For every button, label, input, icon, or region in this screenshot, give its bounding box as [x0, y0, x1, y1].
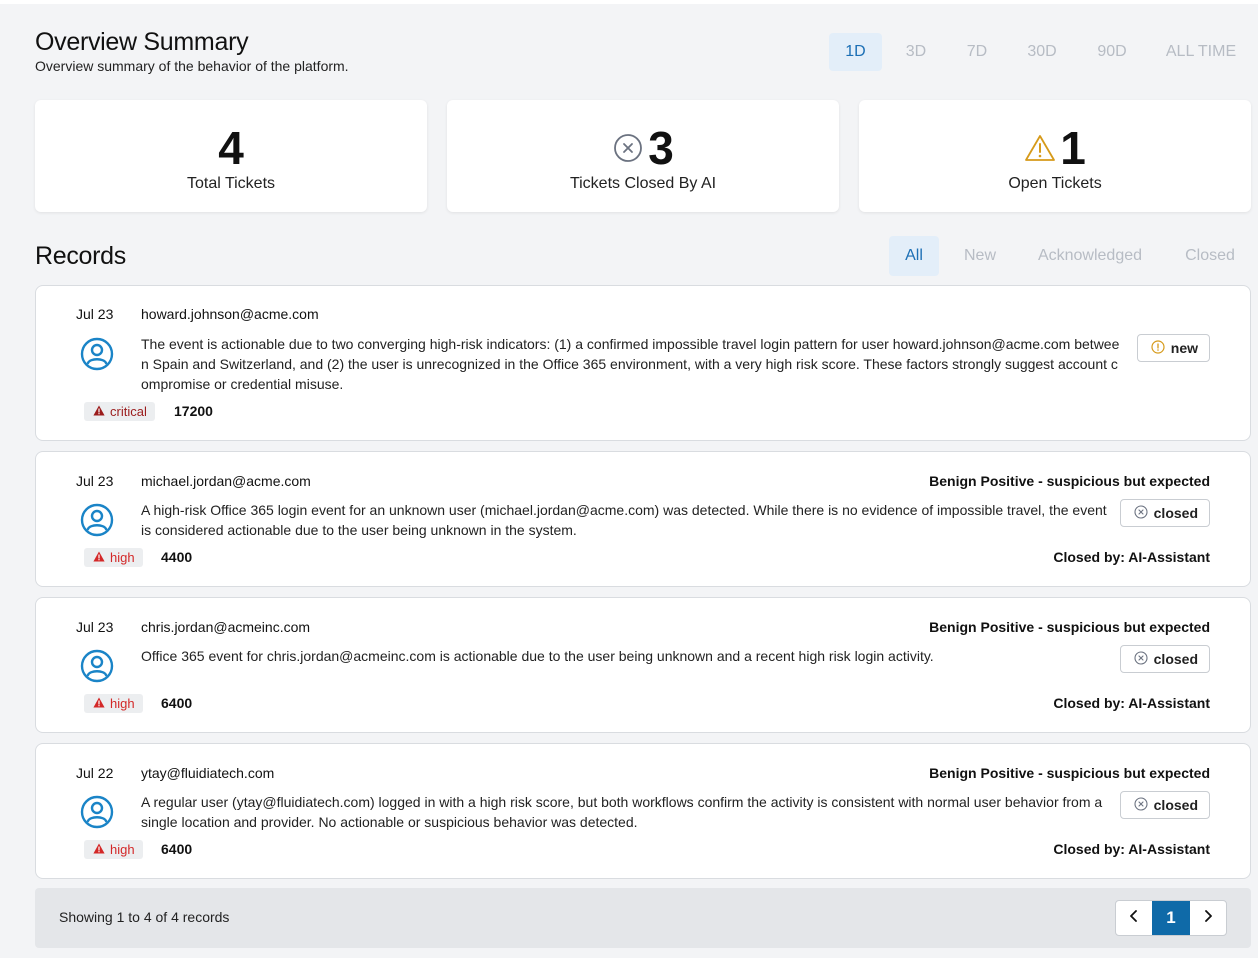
record-date: Jul 22 [76, 765, 114, 781]
severity-badge: critical [84, 402, 155, 421]
severity-badge: high [84, 694, 143, 713]
record-card[interactable]: Jul 22 ytay@fluidiatech.com Benign Posit… [35, 743, 1251, 879]
record-date: Jul 23 [76, 306, 114, 322]
records-title: Records [35, 242, 126, 270]
record-verdict: Benign Positive - suspicious but expecte… [929, 473, 1210, 489]
risk-score: 17200 [174, 403, 213, 419]
severity-label: high [110, 550, 135, 565]
record-status-button[interactable]: new [1136, 334, 1210, 362]
total-tickets-label: Total Tickets [186, 175, 276, 192]
user-avatar-icon [80, 649, 114, 683]
pagination-footer: Showing 1 to 4 of 4 records 1 [35, 888, 1251, 948]
stat-card-total-tickets: 4 Total Tickets [35, 100, 427, 212]
top-edge [0, 0, 1258, 4]
status-tab-new[interactable]: New [953, 236, 1007, 276]
range-tab-all-time[interactable]: ALL TIME [1159, 33, 1243, 71]
record-description: A regular user (ytay@fluidiatech.com) lo… [141, 794, 1103, 830]
page-button-current[interactable]: 1 [1152, 901, 1190, 935]
record-status-button[interactable]: closed [1119, 499, 1210, 527]
closed-by-label: Closed by: AI-Assistant [1053, 841, 1210, 857]
record-status-label: new [1170, 340, 1198, 356]
record-user-email: michael.jordan@acme.com [141, 473, 311, 489]
alert-triangle-icon [93, 404, 105, 419]
record-description: The event is actionable due to two conve… [141, 336, 1120, 392]
status-tab-acknowledged[interactable]: Acknowledged [1029, 236, 1151, 276]
range-tab-3d[interactable]: 3D [893, 33, 939, 71]
record-card[interactable]: Jul 23 michael.jordan@acme.com Benign Po… [35, 451, 1251, 587]
risk-score: 6400 [161, 841, 193, 857]
risk-score: 6400 [161, 695, 193, 711]
record-description: Office 365 event for chris.jordan@acmein… [141, 648, 934, 664]
prev-page-button[interactable] [1116, 901, 1152, 935]
severity-label: high [110, 842, 135, 857]
open-tickets-value: 1 [1060, 122, 1086, 174]
records-count-text: Showing 1 to 4 of 4 records [59, 909, 230, 925]
record-card[interactable]: Jul 23 chris.jordan@acmeinc.com Benign P… [35, 597, 1251, 733]
x-circle-icon [1134, 504, 1148, 522]
page-title: Overview Summary [35, 28, 249, 56]
range-tab-90d[interactable]: 90D [1089, 33, 1135, 71]
stat-card-closed-by-ai: 3 Tickets Closed By AI [447, 100, 839, 212]
record-verdict: Benign Positive - suspicious but expecte… [929, 619, 1210, 635]
x-circle-icon [612, 132, 644, 164]
warning-triangle-icon [1024, 132, 1056, 164]
closed-by-label: Closed by: AI-Assistant [1053, 549, 1210, 565]
x-circle-icon [1134, 796, 1148, 814]
closed-by-ai-value: 3 [648, 122, 674, 174]
record-status-label: closed [1153, 651, 1198, 667]
range-tab-7d[interactable]: 7D [954, 33, 1000, 71]
alert-triangle-icon [93, 696, 105, 711]
pagination: 1 [1115, 900, 1227, 936]
record-user-email: ytay@fluidiatech.com [141, 765, 275, 781]
range-tab-1d[interactable]: 1D [829, 33, 882, 71]
record-date: Jul 23 [76, 619, 114, 635]
chevron-left-icon [1129, 909, 1139, 927]
record-verdict: Benign Positive - suspicious but expecte… [929, 765, 1210, 781]
user-avatar-icon [80, 503, 114, 537]
range-tab-30d[interactable]: 30D [1019, 33, 1065, 71]
record-status-label: closed [1153, 797, 1198, 813]
closed-by-label: Closed by: AI-Assistant [1053, 695, 1210, 711]
closed-by-ai-label: Tickets Closed By AI [569, 175, 717, 192]
record-status-button[interactable]: closed [1119, 791, 1210, 819]
next-page-button[interactable] [1190, 901, 1226, 935]
page-subtitle: Overview summary of the behavior of the … [35, 58, 349, 74]
record-date: Jul 23 [76, 473, 114, 489]
record-description: A high-risk Office 365 login event for a… [141, 502, 1107, 538]
alert-triangle-icon [93, 550, 105, 565]
severity-label: high [110, 696, 135, 711]
total-tickets-value: 4 [218, 122, 244, 174]
alert-triangle-icon [93, 842, 105, 857]
status-tab-all[interactable]: All [889, 236, 939, 276]
record-status-button[interactable]: closed [1119, 645, 1210, 673]
x-circle-icon [1134, 650, 1148, 668]
severity-label: critical [110, 404, 147, 419]
record-status-tabs: All New Acknowledged Closed [889, 236, 1251, 276]
record-status-label: closed [1153, 505, 1198, 521]
user-avatar-icon [80, 795, 114, 829]
chevron-right-icon [1203, 909, 1213, 927]
record-user-email: howard.johnson@acme.com [141, 306, 319, 322]
user-avatar-icon [80, 337, 114, 371]
info-circle-icon [1151, 339, 1165, 357]
status-tab-closed[interactable]: Closed [1177, 236, 1243, 276]
severity-badge: high [84, 548, 143, 567]
risk-score: 4400 [161, 549, 193, 565]
open-tickets-label: Open Tickets [1008, 175, 1102, 192]
record-card[interactable]: Jul 23 howard.johnson@acme.com The event… [35, 285, 1251, 441]
severity-badge: high [84, 840, 143, 859]
time-range-tabs: 1D 3D 7D 30D 90D ALL TIME [829, 33, 1249, 71]
record-user-email: chris.jordan@acmeinc.com [141, 619, 311, 635]
stat-card-open-tickets: 1 Open Tickets [859, 100, 1251, 212]
